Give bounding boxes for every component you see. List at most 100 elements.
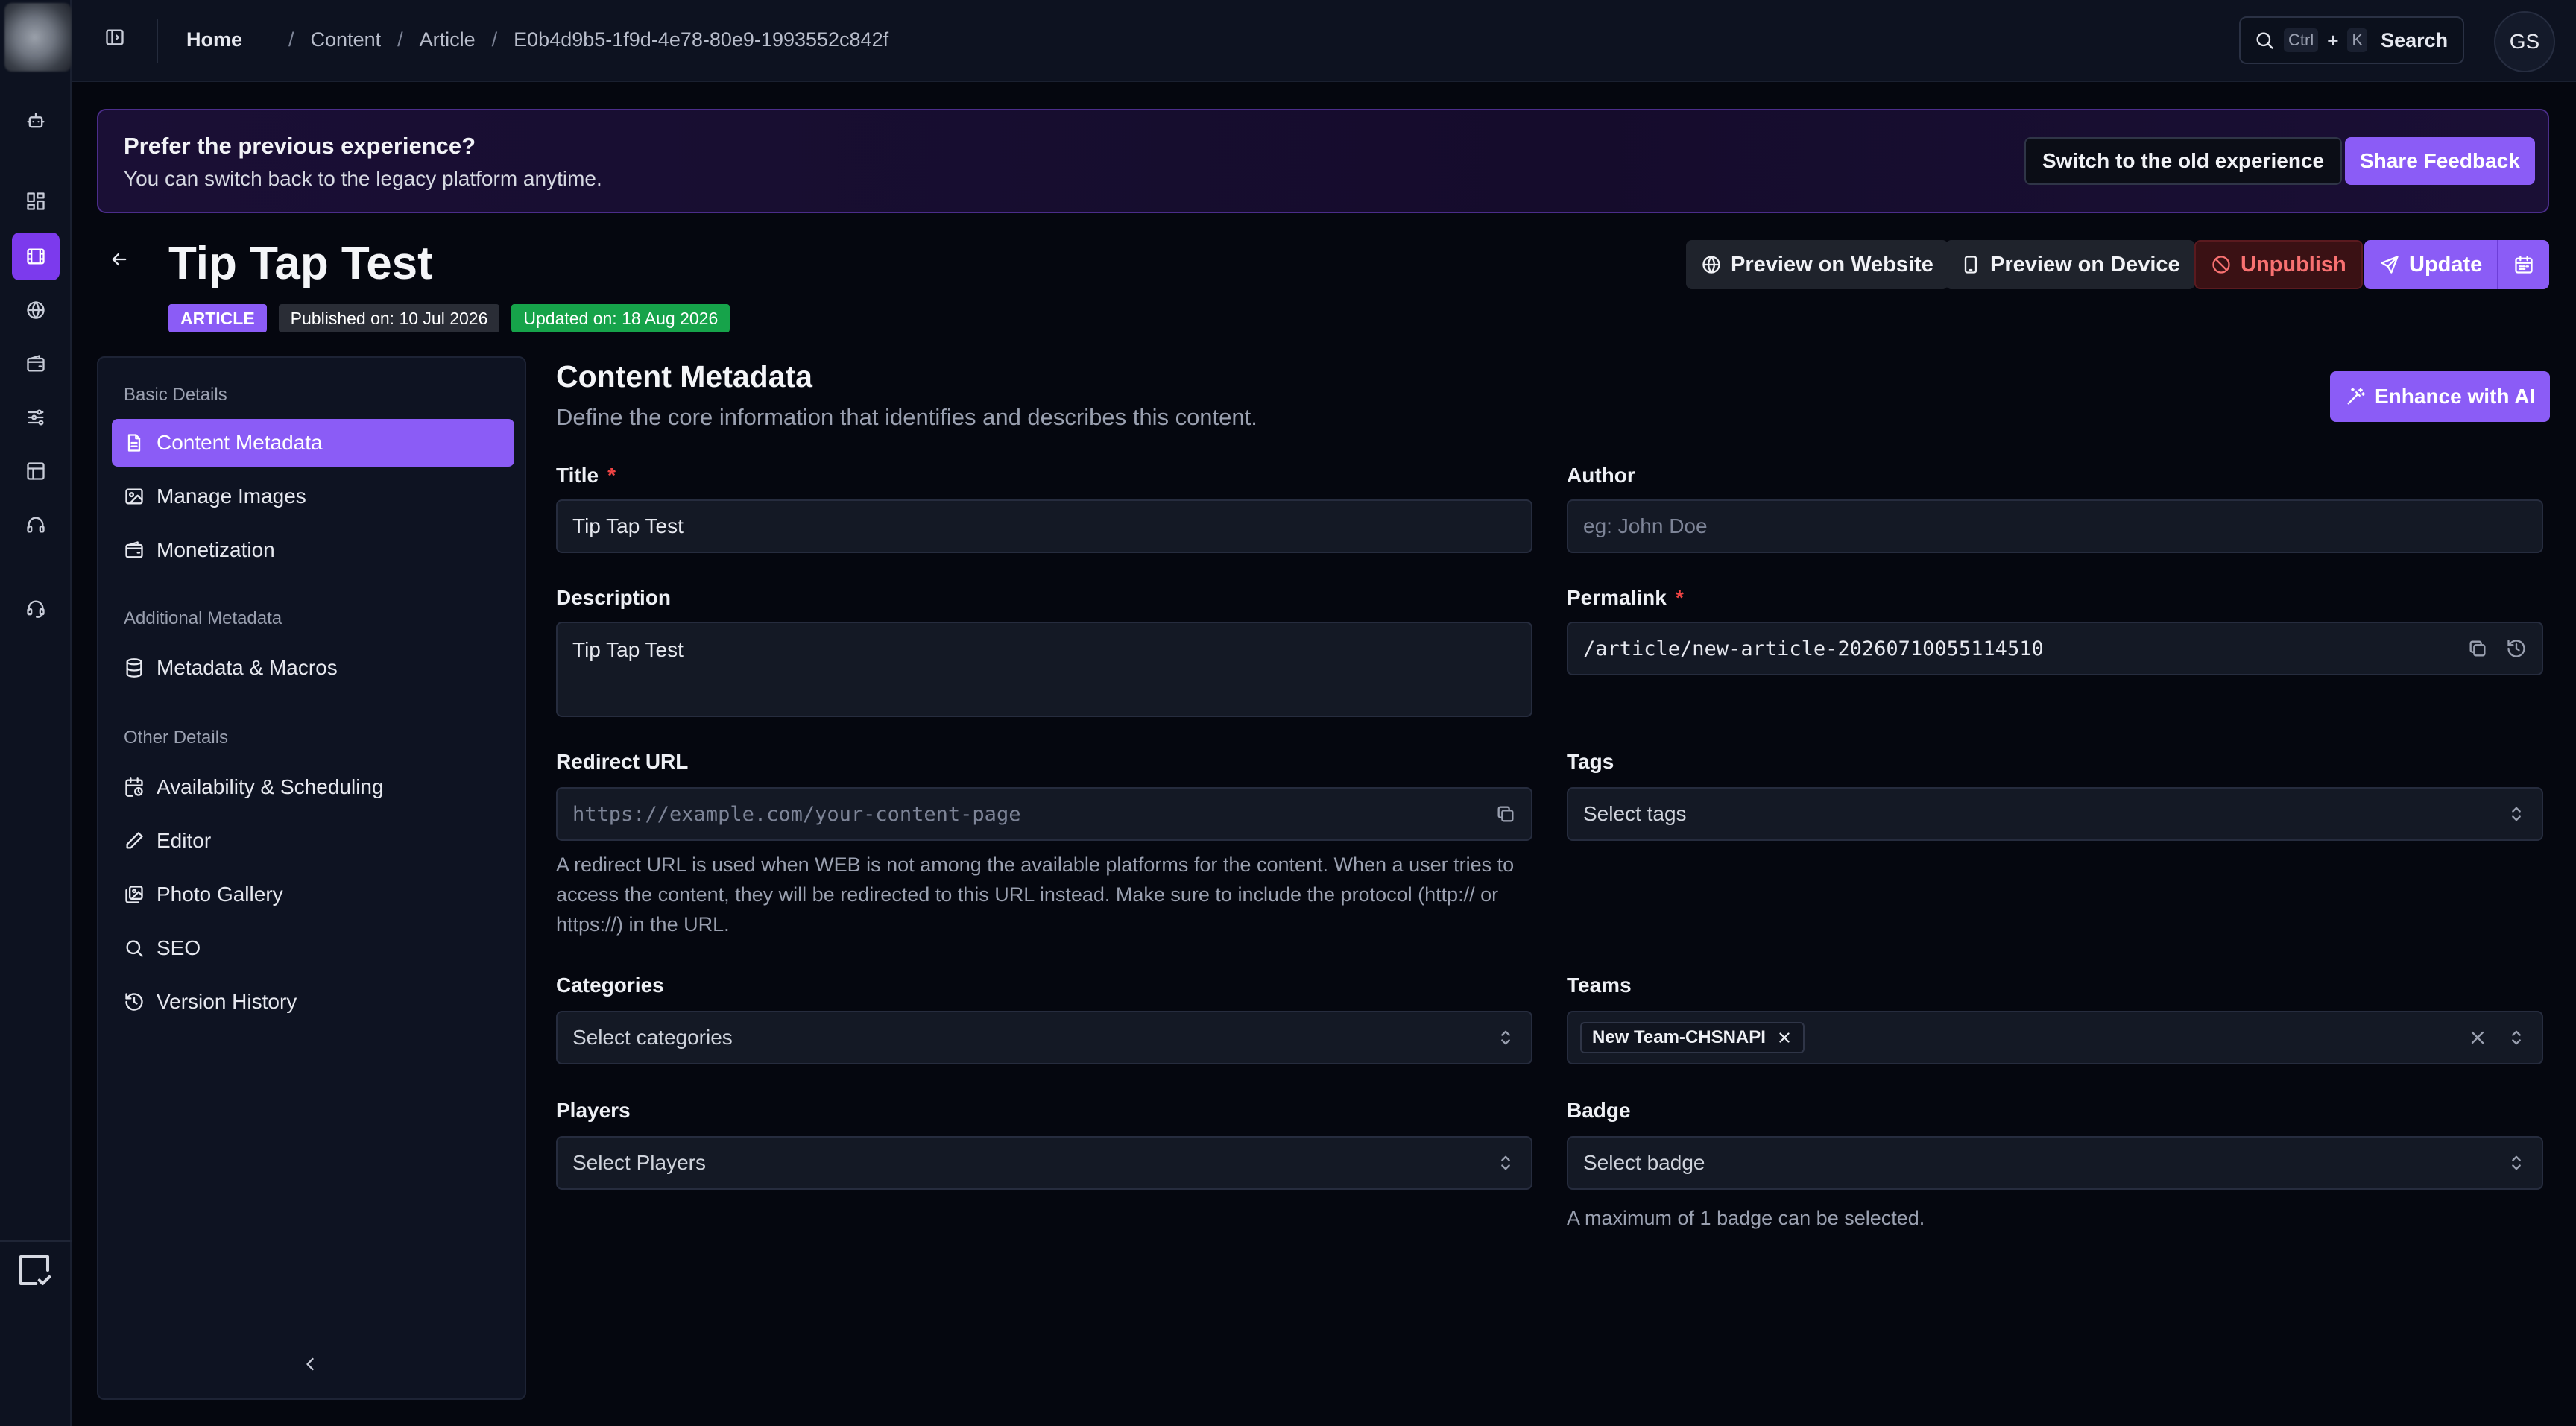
nav-item-label: Content Metadata — [157, 431, 323, 454]
nav-item-seo[interactable]: SEO — [112, 924, 514, 972]
layout-icon[interactable] — [12, 447, 60, 495]
reset-history-icon[interactable] — [2506, 638, 2527, 659]
preview-device-button[interactable]: Preview on Device — [1945, 240, 2195, 289]
globe-icon — [1701, 254, 1722, 275]
title-input[interactable]: Tip Tap Test — [556, 499, 1532, 553]
banner-title: Prefer the previous experience? — [124, 133, 476, 159]
chevrons-up-down-icon — [2506, 804, 2527, 824]
updated-date-badge: Updated on: 18 Aug 2026 — [511, 304, 730, 332]
badge-help: A maximum of 1 badge can be selected. — [1567, 1207, 1925, 1229]
nav-group-basic-details: Basic Details — [124, 385, 227, 405]
history-icon — [124, 991, 145, 1012]
author-label: Author — [1567, 464, 1635, 487]
description-textarea[interactable]: Tip Tap Test — [556, 622, 1532, 717]
shortcut-key-ctrl: Ctrl — [2284, 28, 2319, 52]
nav-item-metadata-macros[interactable]: Metadata & Macros — [112, 644, 514, 692]
nav-item-availability-scheduling[interactable]: Availability & Scheduling — [112, 763, 514, 811]
bot-icon[interactable] — [12, 97, 60, 145]
nav-group-other-details: Other Details — [124, 728, 229, 748]
shortcut-key-k: K — [2347, 28, 2368, 52]
content-type-badge: ARTICLE — [168, 304, 267, 332]
breadcrumb-article[interactable]: Article — [420, 28, 476, 51]
title-label: Title * — [556, 464, 616, 488]
nav-item-label: Monetization — [157, 538, 275, 561]
app-logo[interactable] — [4, 3, 72, 72]
page-title: Tip Tap Test — [168, 238, 433, 289]
unpublish-button[interactable]: Unpublish — [2194, 240, 2363, 289]
search-label: Search — [2381, 28, 2449, 51]
team-chip: New Team-CHSNAPI — [1580, 1022, 1805, 1053]
breadcrumb-content[interactable]: Content — [311, 28, 382, 51]
nav-item-photo-gallery[interactable]: Photo Gallery — [112, 871, 514, 918]
remove-chip-x-icon[interactable] — [1776, 1029, 1793, 1046]
sidebar-toggle-icon[interactable] — [104, 27, 125, 48]
rail-divider — [0, 1240, 72, 1242]
globe-icon[interactable] — [12, 286, 60, 334]
search-button[interactable]: Ctrl + K Search — [2239, 16, 2464, 64]
content-film-icon[interactable] — [12, 233, 60, 280]
screen-check-icon[interactable] — [13, 1249, 55, 1291]
tags-placeholder: Select tags — [1583, 802, 1687, 825]
nav-item-manage-images[interactable]: Manage Images — [112, 473, 514, 520]
nav-item-content-metadata[interactable]: Content Metadata — [112, 419, 514, 467]
players-placeholder: Select Players — [572, 1151, 706, 1174]
teams-select[interactable]: New Team-CHSNAPI — [1567, 1011, 2543, 1064]
schedule-calendar-button[interactable] — [2497, 240, 2549, 289]
redirect-url-help: A redirect URL is used when WEB is not a… — [556, 854, 1515, 936]
nav-item-label: Metadata & Macros — [157, 656, 338, 679]
team-chip-label: New Team-CHSNAPI — [1592, 1027, 1766, 1047]
magic-wand-icon — [2345, 386, 2366, 407]
preview-website-button[interactable]: Preview on Website — [1686, 240, 1948, 289]
sliders-icon[interactable] — [12, 394, 60, 441]
smartphone-icon — [1960, 254, 1981, 275]
banner-text: You can switch back to the legacy platfo… — [124, 167, 602, 190]
image-icon — [124, 486, 145, 507]
chevrons-up-down-icon — [2506, 1027, 2527, 1048]
tags-label: Tags — [1567, 750, 1614, 773]
description-value: Tip Tap Test — [572, 638, 684, 661]
share-feedback-button[interactable]: Share Feedback — [2345, 137, 2535, 185]
topbar-divider — [157, 19, 158, 63]
dashboard-icon[interactable] — [12, 177, 60, 225]
back-arrow-icon[interactable] — [109, 249, 130, 270]
nav-item-label: Version History — [157, 990, 297, 1013]
update-button[interactable]: Update — [2364, 240, 2498, 289]
nav-item-monetization[interactable]: Monetization — [112, 526, 514, 574]
breadcrumb-separator: / — [491, 28, 498, 51]
title-input-value: Tip Tap Test — [572, 514, 684, 537]
tags-select[interactable]: Select tags — [1567, 787, 2543, 841]
copy-icon[interactable] — [2467, 638, 2488, 659]
preview-website-label: Preview on Website — [1731, 252, 1933, 277]
support-headset-icon[interactable] — [12, 584, 60, 632]
redirect-url-input[interactable]: https://example.com/your-content-page — [556, 787, 1532, 841]
pencil-icon — [124, 830, 145, 851]
wallet-icon — [124, 540, 145, 561]
wallet-icon[interactable] — [12, 340, 60, 388]
breadcrumb-separator: / — [397, 28, 403, 51]
nav-item-version-history[interactable]: Version History — [112, 978, 514, 1026]
avatar[interactable]: GS — [2494, 11, 2555, 72]
preview-device-label: Preview on Device — [1990, 252, 2180, 277]
section-subtitle: Define the core information that identif… — [556, 404, 1257, 430]
enhance-with-ai-button[interactable]: Enhance with AI — [2330, 371, 2551, 422]
copy-icon[interactable] — [1495, 804, 1516, 824]
file-text-icon — [124, 432, 145, 453]
search-icon — [124, 938, 145, 959]
clear-x-icon[interactable] — [2467, 1027, 2488, 1048]
permalink-input[interactable]: /article/new-article-20260710055114510 — [1567, 622, 2543, 675]
badge-select[interactable]: Select badge — [1567, 1136, 2543, 1190]
breadcrumb-id: E0b4d9b5-1f9d-4e78-80e9-1993552c842f — [514, 28, 889, 51]
unpublish-label: Unpublish — [2241, 252, 2346, 277]
collapse-chevron-left-icon[interactable] — [300, 1354, 321, 1375]
redirect-url-placeholder: https://example.com/your-content-page — [572, 802, 1021, 826]
author-input[interactable]: eg: John Doe — [1567, 499, 2543, 553]
breadcrumb-home[interactable]: Home — [186, 28, 242, 51]
description-label: Description — [556, 586, 672, 609]
nav-item-editor[interactable]: Editor — [112, 817, 514, 865]
players-select[interactable]: Select Players — [556, 1136, 1532, 1190]
nav-group-additional-metadata: Additional Metadata — [124, 608, 282, 628]
headphones-icon[interactable] — [12, 501, 60, 549]
section-title: Content Metadata — [556, 359, 812, 394]
categories-select[interactable]: Select categories — [556, 1011, 1532, 1064]
switch-old-experience-button[interactable]: Switch to the old experience — [2024, 137, 2343, 185]
